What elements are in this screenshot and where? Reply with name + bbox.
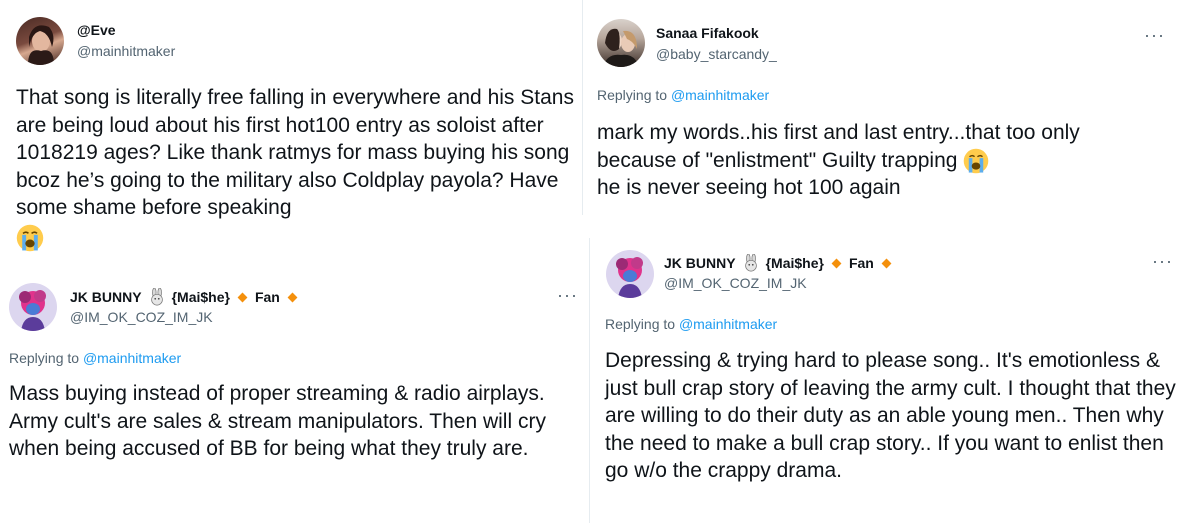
rabbit-icon — [150, 288, 163, 306]
display-name-first: JK BUNNY — [70, 289, 142, 305]
orange-diamond-icon — [831, 258, 842, 268]
replying-to: Replying to @mainhitmaker — [597, 87, 769, 103]
handle[interactable]: @baby_starcandy_ — [656, 46, 777, 62]
mention-link[interactable]: @mainhitmaker — [671, 87, 769, 103]
mention-link[interactable]: @mainhitmaker — [679, 316, 777, 332]
avatar[interactable] — [9, 283, 57, 331]
tweet-line-2-text: because of "enlistment" Guilty trapping — [597, 148, 958, 172]
orange-diamond-icon — [287, 292, 298, 302]
display-name-end: Fan — [254, 289, 280, 305]
display-name-end: Fan — [848, 255, 874, 271]
tweet-text: That song is literally free falling in e… — [16, 84, 581, 252]
rabbit-icon — [744, 254, 757, 272]
tweet-jkbunny-1: JK BUNNY {Mai$he} Fan @IM_OK_COZ_IM_JK ·… — [0, 268, 586, 523]
orange-diamond-icon — [237, 292, 248, 302]
replying-to: Replying to @mainhitmaker — [9, 350, 181, 366]
display-name-middle: {Mai$he} — [765, 255, 824, 271]
display-name[interactable]: Sanaa Fifakook — [656, 25, 759, 41]
tweet-sanaa: Sanaa Fifakook @baby_starcandy_ ··· Repl… — [582, 0, 1179, 215]
tweet-body: That song is literally free falling in e… — [16, 86, 574, 219]
avatar[interactable] — [597, 19, 645, 67]
display-name[interactable]: JK BUNNY {Mai$he} Fan — [70, 288, 299, 306]
tweet-line-1: mark my words..his first and last entry.… — [597, 121, 1080, 144]
tweet-eve: @Eve @mainhitmaker That song is literall… — [0, 0, 582, 262]
tweet-jkbunny-2: JK BUNNY {Mai$he} Fan @IM_OK_COZ_IM_JK ·… — [590, 238, 1195, 523]
loudly-crying-face-icon — [16, 224, 44, 251]
avatar[interactable] — [16, 17, 64, 65]
display-name[interactable]: JK BUNNY {Mai$he} Fan — [664, 254, 893, 272]
more-options-icon[interactable]: ··· — [1152, 252, 1173, 270]
handle[interactable]: @IM_OK_COZ_IM_JK — [664, 275, 807, 291]
more-options-icon[interactable]: ··· — [1144, 26, 1165, 44]
replying-to: Replying to @mainhitmaker — [605, 316, 777, 332]
handle[interactable]: @mainhitmaker — [77, 43, 175, 59]
display-name-middle: {Mai$he} — [171, 289, 230, 305]
more-options-icon[interactable]: ··· — [557, 286, 578, 304]
display-name[interactable]: @Eve — [77, 22, 116, 38]
tweet-line-3: he is never seeing hot 100 again — [597, 176, 901, 199]
tweet-text: Depressing & trying hard to please song.… — [605, 349, 1176, 482]
replying-prefix: Replying to — [597, 87, 668, 103]
replying-prefix: Replying to — [9, 350, 80, 366]
orange-diamond-icon — [881, 258, 892, 268]
handle[interactable]: @IM_OK_COZ_IM_JK — [70, 309, 213, 325]
tweet-text: Mass buying instead of proper streaming … — [9, 382, 546, 460]
tweet-line-2: because of "enlistment" Guilty trapping — [597, 147, 1172, 175]
loudly-crying-face-icon — [964, 148, 989, 174]
replying-prefix: Replying to — [605, 316, 676, 332]
avatar[interactable] — [606, 250, 654, 298]
display-name-first: JK BUNNY — [664, 255, 736, 271]
tweet-text: mark my words..his first and last entry.… — [597, 119, 1172, 202]
mention-link[interactable]: @mainhitmaker — [83, 350, 181, 366]
